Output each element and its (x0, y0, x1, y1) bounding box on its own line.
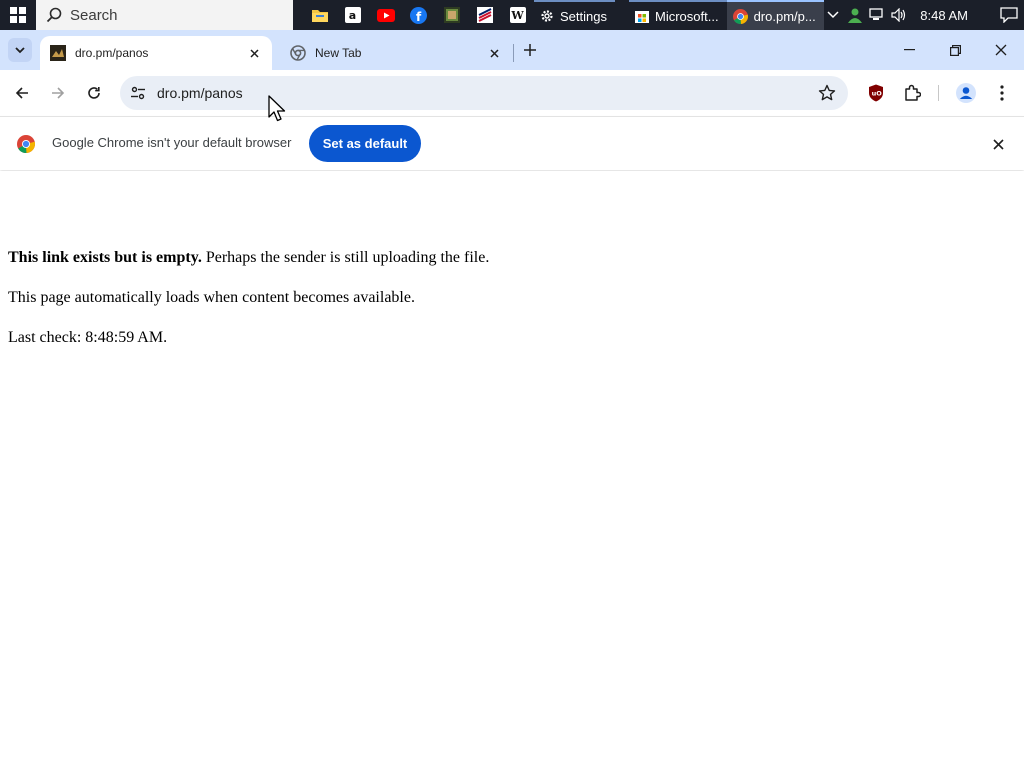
forward-button[interactable] (46, 81, 70, 105)
back-button[interactable] (10, 81, 34, 105)
tab-title: New Tab (315, 46, 362, 60)
bookmark-star-icon[interactable] (818, 84, 836, 102)
last-check-message: Last check: 8:48:59 AM. (8, 329, 168, 346)
dro-pm-favicon-icon (50, 45, 66, 61)
chrome-tab-strip: dro.pm/panos New Tab (0, 30, 1024, 70)
taskbar-app-wikipedia[interactable]: W (501, 0, 534, 30)
taskbar-app-settings[interactable]: Settings (534, 0, 615, 30)
youtube-icon (376, 8, 395, 22)
amazon-icon: a (344, 7, 361, 23)
windows-taskbar: Search a f W Settings Microsoft... dro.p… (0, 0, 1024, 30)
chevron-down-icon (15, 46, 25, 53)
empty-link-heading: This link exists but is empty. (8, 249, 202, 266)
settings-label: Settings (560, 8, 607, 24)
taskbar-search-placeholder: Search (70, 6, 118, 24)
restore-icon (949, 44, 961, 56)
close-tab-button[interactable] (486, 45, 502, 61)
notification-center-button[interactable] (994, 7, 1024, 23)
taskbar-app-amazon[interactable]: a (336, 0, 369, 30)
wikipedia-icon: W (509, 7, 526, 23)
ublock-origin-extension-button[interactable]: uO (864, 81, 888, 105)
tray-volume[interactable] (888, 8, 910, 22)
address-bar[interactable]: dro.pm/panos (120, 76, 848, 110)
close-icon (249, 48, 259, 58)
site-info-icon[interactable] (130, 85, 146, 101)
chrome-menu-button[interactable] (990, 81, 1014, 105)
close-icon (489, 48, 499, 58)
close-window-button[interactable] (978, 30, 1024, 70)
profile-button[interactable] (954, 81, 978, 105)
toolbar-divider (938, 85, 939, 101)
microsoft-store-label: Microsoft... (654, 8, 719, 24)
minimize-icon (903, 49, 915, 51)
facebook-icon: f (410, 6, 427, 24)
set-as-default-button[interactable]: Set as default (309, 125, 421, 162)
minimize-button[interactable] (886, 30, 932, 70)
close-icon (992, 138, 1004, 150)
new-tab-button[interactable] (520, 40, 540, 60)
reload-icon (88, 87, 100, 99)
media-app-icon (443, 7, 460, 23)
chevron-up-icon (827, 11, 839, 19)
chrome-favicon-icon (290, 45, 306, 61)
mouse-pointer-icon (268, 95, 286, 122)
avatar-icon (956, 83, 976, 103)
more-vert-icon (1000, 85, 1004, 101)
windows-logo-icon (10, 7, 26, 23)
system-tray: 8:48 AM (822, 0, 1024, 30)
tab-title: dro.pm/panos (75, 46, 149, 60)
reload-button[interactable] (82, 81, 106, 105)
puzzle-piece-icon (905, 84, 921, 101)
search-icon (46, 7, 62, 23)
chrome-taskbar-label: dro.pm/p... (753, 8, 816, 24)
address-bar-url: dro.pm/panos (157, 85, 243, 101)
default-browser-infobar: Google Chrome isn't your default browser… (0, 116, 1024, 170)
tab-search-button[interactable] (8, 38, 32, 62)
microsoft-store-icon (634, 11, 649, 23)
close-tab-button[interactable] (246, 45, 262, 61)
taskbar-app-facebook[interactable]: f (402, 0, 435, 30)
volume-icon (891, 8, 906, 22)
taskbar-app-list: a f W Settings Microsoft... dro.pm/p... (303, 0, 824, 30)
network-icon (869, 8, 883, 20)
taskbar-app-media[interactable] (435, 0, 468, 30)
auto-load-message: This page automatically loads when conte… (8, 289, 415, 306)
notification-icon (1000, 7, 1018, 23)
user-status-icon (848, 8, 863, 23)
arrow-right-icon (52, 87, 65, 99)
extensions-button[interactable] (900, 81, 924, 105)
tab-separator (513, 44, 514, 62)
plus-icon (524, 44, 536, 56)
taskbar-app-file-explorer[interactable] (303, 0, 336, 30)
svg-text:uO: uO (872, 90, 883, 98)
gear-icon (541, 10, 553, 22)
taskbar-app-microsoft-store[interactable]: Microsoft... (628, 0, 727, 30)
tab-dro-pm[interactable]: dro.pm/panos (40, 36, 272, 70)
taskbar-clock[interactable]: 8:48 AM (920, 8, 968, 23)
arrow-left-icon (15, 87, 28, 99)
page-content: This link exists but is empty. Perhaps t… (0, 171, 1024, 768)
svg-text:f: f (416, 10, 422, 24)
taskbar-app-bank-of-america[interactable] (468, 0, 501, 30)
close-icon (995, 44, 1007, 56)
taskbar-app-youtube[interactable] (369, 0, 402, 30)
infobar-close-button[interactable] (988, 134, 1008, 154)
empty-link-message: This link exists but is empty. Perhaps t… (8, 249, 489, 267)
chrome-logo-icon (17, 135, 35, 153)
browser-toolbar: dro.pm/panos uO (0, 70, 1024, 116)
tab-new-tab[interactable]: New Tab (280, 36, 512, 70)
empty-link-detail: Perhaps the sender is still uploading th… (201, 249, 490, 266)
infobar-message: Google Chrome isn't your default browser (52, 135, 292, 150)
start-button[interactable] (0, 0, 36, 30)
ublock-origin-icon: uO (869, 84, 883, 102)
folder-icon (311, 10, 328, 22)
restore-button[interactable] (932, 30, 978, 70)
show-hidden-icons-button[interactable] (822, 11, 844, 19)
bank-of-america-icon (476, 7, 493, 23)
tray-network[interactable] (866, 8, 888, 22)
taskbar-app-chrome[interactable]: dro.pm/p... (726, 0, 824, 30)
taskbar-search-box[interactable]: Search (36, 0, 293, 30)
chrome-icon (732, 8, 748, 24)
tray-app-user[interactable] (844, 7, 866, 23)
